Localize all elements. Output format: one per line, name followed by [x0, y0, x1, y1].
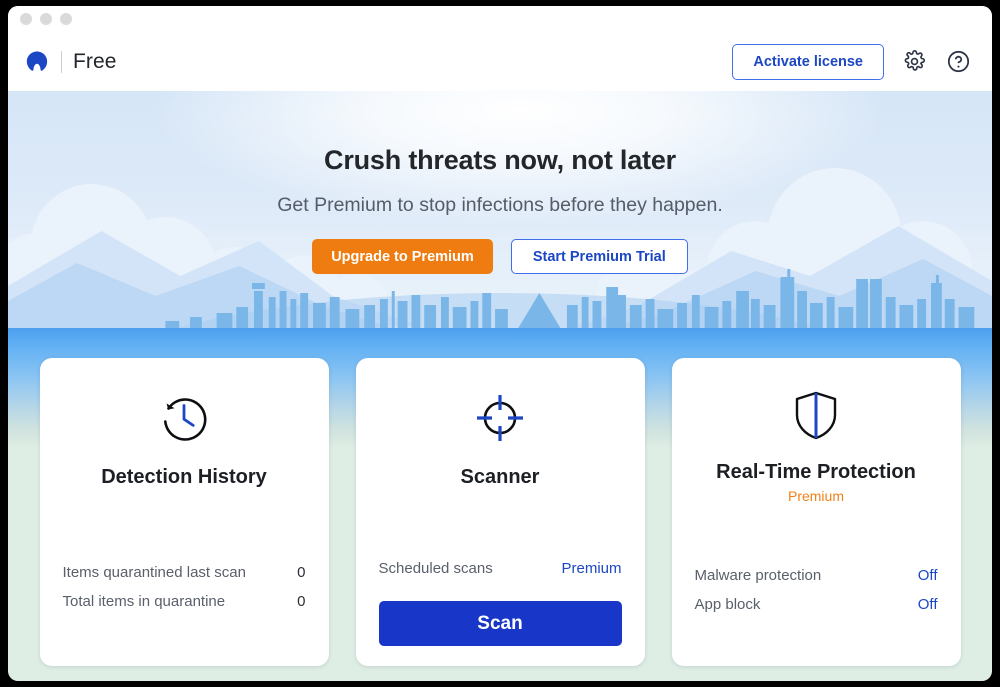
- header-actions: Activate license: [732, 43, 972, 80]
- row-app-block: App block Off: [695, 590, 938, 619]
- row-label: Items quarantined last scan: [62, 564, 246, 581]
- card-title: Scanner: [460, 466, 540, 488]
- row-items-quarantined-last-scan: Items quarantined last scan 0: [63, 558, 306, 587]
- card-rows: Items quarantined last scan 0 Total item…: [63, 558, 306, 616]
- minimize-button[interactable]: [40, 13, 52, 25]
- card-rows: Scheduled scans Premium: [379, 554, 622, 583]
- crosshair-target-icon: [472, 386, 528, 450]
- app-window: Free Activate license Crush threats now,…: [8, 6, 992, 681]
- row-malware-protection: Malware protection Off: [695, 561, 938, 590]
- title-bar: [8, 6, 992, 32]
- row-value-toggle[interactable]: Off: [918, 596, 938, 613]
- row-value-toggle[interactable]: Off: [918, 567, 938, 584]
- start-premium-trial-button[interactable]: Start Premium Trial: [510, 239, 688, 274]
- brand-divider: [61, 50, 62, 73]
- row-label: App block: [694, 595, 761, 613]
- malwarebytes-logo-icon: [26, 50, 48, 71]
- promo-hero: Crush threats now, not later Get Premium…: [8, 91, 992, 336]
- hero-content: Crush threats now, not later Get Premium…: [8, 91, 992, 336]
- gear-icon[interactable]: [900, 48, 928, 76]
- card-real-time-protection[interactable]: Real-Time Protection Premium Malware pro…: [671, 358, 961, 666]
- hero-title: Crush threats now, not later: [324, 145, 676, 175]
- row-value: 0: [297, 593, 306, 610]
- row-label: Scheduled scans: [378, 560, 493, 577]
- card-detection-history[interactable]: Detection History Items quarantined last…: [39, 358, 329, 666]
- brand: Free: [24, 49, 117, 75]
- row-scheduled-scans: Scheduled scans Premium: [379, 554, 622, 583]
- shield-icon: [788, 386, 844, 445]
- card-title: Real-Time Protection: [716, 460, 916, 483]
- hero-cta-group: Upgrade to Premium Start Premium Trial: [8, 239, 992, 274]
- row-total-items-in-quarantine: Total items in quarantine 0: [63, 587, 306, 616]
- activate-license-button[interactable]: Activate license: [732, 43, 884, 80]
- edition-label: Free: [73, 49, 117, 73]
- card-title: Detection History: [101, 466, 267, 488]
- premium-badge: Premium: [787, 487, 844, 504]
- upgrade-to-premium-button[interactable]: Upgrade to Premium: [312, 239, 493, 274]
- row-value-premium-link[interactable]: Premium: [561, 560, 621, 577]
- scan-button[interactable]: Scan: [378, 601, 622, 646]
- question-mark-icon[interactable]: [944, 48, 972, 76]
- zoom-button[interactable]: [60, 13, 72, 25]
- hero-subtitle: Get Premium to stop infections before th…: [277, 194, 723, 216]
- row-label: Malware protection: [694, 566, 822, 584]
- close-button[interactable]: [20, 13, 32, 25]
- clock-history-icon: [156, 386, 212, 450]
- row-label: Total items in quarantine: [62, 593, 226, 610]
- row-value: 0: [297, 564, 306, 581]
- card-rows: Malware protection Off App block Off: [695, 561, 938, 619]
- app-header: Free Activate license: [8, 32, 992, 91]
- dashboard-cards: Detection History Items quarantined last…: [8, 358, 992, 666]
- card-scanner[interactable]: Scanner Scheduled scans Premium Scan: [355, 358, 645, 666]
